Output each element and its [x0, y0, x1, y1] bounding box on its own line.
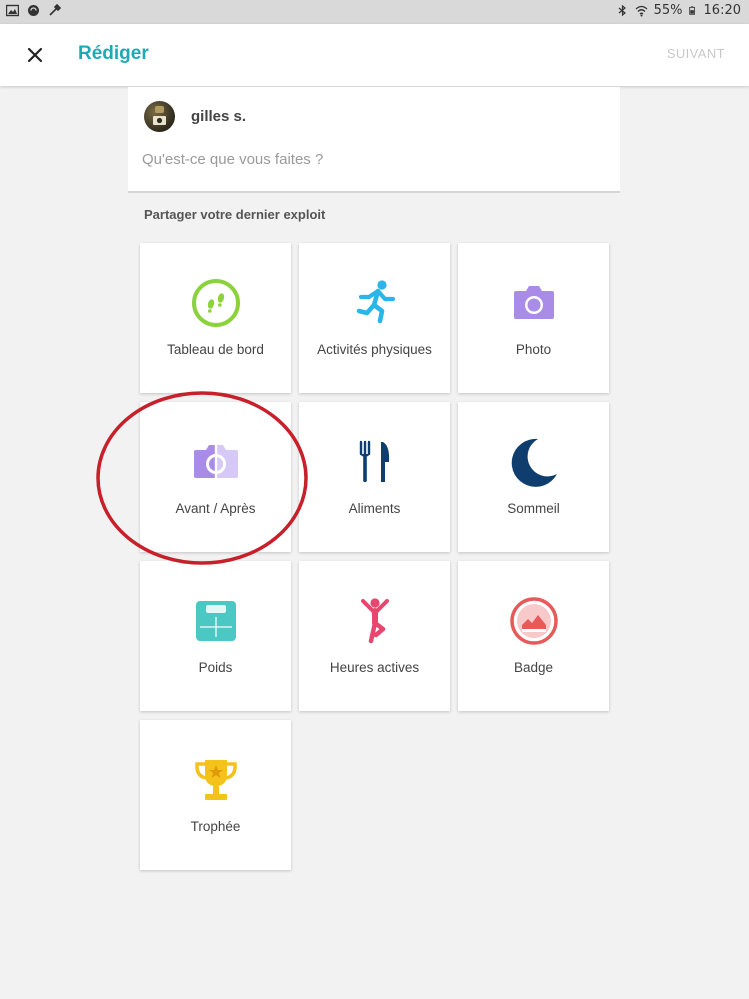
next-button[interactable]: SUIVANT: [667, 46, 725, 61]
status-bar: 55% 16:20: [0, 0, 749, 24]
tile-label: Activités physiques: [317, 342, 432, 357]
username: gilles s.: [191, 108, 247, 125]
running-person-icon: [356, 280, 395, 324]
tile-label: Photo: [515, 342, 552, 357]
tile-sleep[interactable]: Sommeil: [458, 402, 609, 552]
close-icon[interactable]: [22, 42, 48, 68]
trophy-icon: [194, 760, 237, 800]
bluetooth-icon: [618, 4, 626, 17]
tile-food[interactable]: Aliments: [299, 402, 450, 552]
active-person-icon: [360, 598, 389, 644]
sync-icon: [28, 5, 39, 16]
tile-label: Trophée: [190, 819, 241, 834]
badge-shoe-icon: [509, 597, 558, 645]
tile-active-hours[interactable]: Heures actives: [299, 561, 450, 711]
wifi-icon: [635, 5, 648, 17]
tile-label: Sommeil: [507, 501, 560, 516]
tile-trophy[interactable]: Trophée: [140, 720, 291, 870]
tile-label: Badge: [513, 660, 554, 675]
tile-label: Avant / Après: [175, 501, 256, 516]
app-bar: Rédiger SUIVANT: [0, 24, 749, 86]
tile-photo[interactable]: Photo: [458, 243, 609, 393]
before-after-camera-icon: [193, 442, 238, 482]
tile-dashboard[interactable]: Tableau de bord: [140, 243, 291, 393]
page-title: Rédiger: [78, 43, 149, 64]
moon-icon: [511, 438, 557, 487]
camera-icon: [513, 286, 554, 319]
battery-icon: [688, 6, 695, 15]
share-heading: Partager votre dernier exploit: [144, 207, 326, 222]
fork-knife-icon: [359, 440, 389, 482]
tile-badge[interactable]: Badge: [458, 561, 609, 711]
tile-label: Poids: [198, 660, 233, 675]
compose-card: gilles s.: [128, 87, 620, 193]
post-text-input[interactable]: [142, 147, 602, 171]
tool-icon: [49, 4, 61, 16]
tile-label: Heures actives: [329, 660, 420, 675]
footsteps-icon: [191, 279, 240, 327]
battery-percentage: 55%: [653, 3, 683, 18]
tile-physical-activities[interactable]: Activités physiques: [299, 243, 450, 393]
scale-icon: [195, 601, 236, 641]
tile-weight[interactable]: Poids: [140, 561, 291, 711]
gallery-icon: [6, 4, 19, 17]
clock: 16:20: [703, 3, 741, 18]
avatar[interactable]: [144, 101, 175, 132]
avatar-image: [153, 106, 166, 125]
tile-before-after[interactable]: Avant / Après: [140, 402, 291, 552]
tile-label: Tableau de bord: [167, 342, 264, 357]
tile-label: Aliments: [348, 501, 401, 516]
